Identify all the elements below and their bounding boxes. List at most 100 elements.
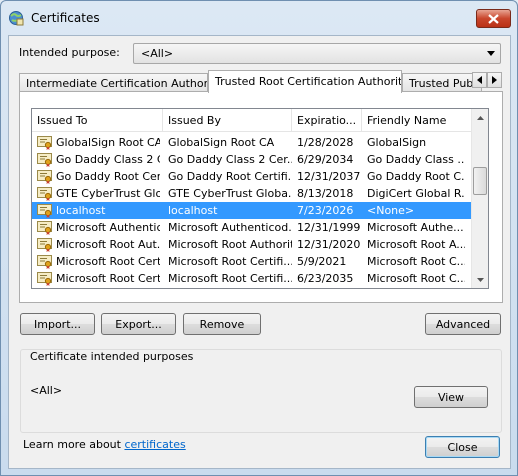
window-title: Certificates <box>31 11 100 25</box>
cell-friendly-name: GlobalSign <box>367 136 427 149</box>
cell-issued-to: Go Daddy Root Cer... <box>56 170 160 183</box>
scroll-up-button[interactable] <box>472 109 488 126</box>
table-row[interactable]: Microsoft Root Aut... Microsoft Root Auth… <box>32 236 472 253</box>
certificate-icon <box>37 204 52 218</box>
certificate-app-icon <box>9 11 24 26</box>
advanced-button[interactable]: Advanced <box>425 313 501 335</box>
cell-issued-to: Microsoft Authentic... <box>56 221 160 234</box>
scroll-thumb[interactable] <box>473 167 487 195</box>
table-row[interactable]: localhost localhost 7/23/2026 <None> <box>32 202 472 219</box>
close-button[interactable]: Close <box>425 436 500 458</box>
cell-expiration: 8/13/2018 <box>297 187 354 200</box>
cell-expiration: 6/23/2035 <box>297 272 354 285</box>
list-header: Issued To Issued By Expiratio... Friendl… <box>32 109 472 132</box>
tab-scroll-left-button[interactable] <box>472 72 487 88</box>
certificate-icon <box>37 170 52 184</box>
cell-expiration: 7/23/2026 <box>297 204 354 217</box>
cell-friendly-name: DigiCert Global R... <box>367 187 465 200</box>
chevron-down-icon <box>476 277 484 282</box>
cell-expiration: 5/9/2021 <box>297 255 347 268</box>
cell-friendly-name: Microsoft Root A... <box>367 238 465 251</box>
certificate-icon <box>37 255 52 269</box>
cell-issued-to: GlobalSign Root CA <box>56 136 160 149</box>
tab-panel: Issued To Issued By Expiratio... Friendl… <box>19 91 503 303</box>
cell-issued-to: Microsoft Root Aut... <box>56 238 160 251</box>
table-row[interactable]: Go Daddy Root Cer... Go Daddy Root Certif… <box>32 168 472 185</box>
certificates-window: Certificates Intended purpose: <All> Int… <box>0 0 518 476</box>
certificate-icon <box>37 153 52 167</box>
certificate-icon <box>37 136 52 150</box>
cell-issued-to: Microsoft Root Cert... <box>56 255 160 268</box>
table-row[interactable]: GTE CyberTrust Glo... GTE CyberTrust Glob… <box>32 185 472 202</box>
tab-trusted-root-ca[interactable]: Trusted Root Certification Authorities <box>208 70 402 93</box>
certificates-link[interactable]: certificates <box>124 438 185 451</box>
column-header-issued-by[interactable]: Issued By <box>163 109 292 132</box>
cell-issued-by: Microsoft Root Certifi... <box>168 255 292 268</box>
table-row[interactable]: GlobalSign Root CA GlobalSign Root CA 1/28… <box>32 134 472 151</box>
cell-friendly-name: Go Daddy Root C... <box>367 170 465 183</box>
purposes-value: <All> <box>30 384 63 397</box>
cell-issued-to: Microsoft Root Cert... <box>56 272 160 285</box>
tab-scroll-right-button[interactable] <box>487 72 502 88</box>
certificate-icon <box>37 272 52 286</box>
column-header-friendly-name[interactable]: Friendly Name <box>362 109 472 132</box>
window-close-button[interactable] <box>476 9 511 28</box>
cell-expiration: 12/31/2037 <box>297 170 361 183</box>
certificate-icon <box>37 187 52 201</box>
tab-label: Intermediate Certification Authorities <box>26 77 208 90</box>
chevron-up-icon <box>476 115 484 120</box>
cell-issued-by: Go Daddy Class 2 Cer... <box>168 153 292 166</box>
certificate-icon <box>37 221 52 235</box>
table-row[interactable]: Microsoft Root Cert... Microsoft Root Cer… <box>32 253 472 270</box>
learn-more-text: Learn more about certificates <box>23 438 186 451</box>
table-row[interactable]: Go Daddy Class 2 C... Go Daddy Class 2 Ce… <box>32 151 472 168</box>
view-button[interactable]: View <box>414 386 488 408</box>
intended-purpose-label: Intended purpose: <box>19 46 120 59</box>
intended-purpose-value: <All> <box>141 47 174 60</box>
list-vertical-scrollbar[interactable] <box>471 109 488 288</box>
cell-issued-by: Microsoft Root Certifi... <box>168 272 292 285</box>
table-row[interactable]: Microsoft Root Cert... Microsoft Root Cer… <box>32 270 472 287</box>
certificate-purposes-group: Certificate intended purposes <All> View <box>20 349 502 433</box>
chevron-left-icon <box>477 76 482 84</box>
column-header-issued-to[interactable]: Issued To <box>32 109 163 132</box>
cell-issued-to: GTE CyberTrust Glo... <box>56 187 160 200</box>
cell-expiration: 12/31/2020 <box>297 238 361 251</box>
scroll-down-button[interactable] <box>472 271 488 288</box>
cell-issued-by: GlobalSign Root CA <box>168 136 275 149</box>
remove-button[interactable]: Remove <box>183 313 261 335</box>
tab-label: Trusted Root Certification Authorities <box>215 75 402 88</box>
cell-issued-to: localhost <box>56 204 106 217</box>
cell-friendly-name: Microsoft Authe... <box>367 221 464 234</box>
cell-friendly-name: Microsoft Root C... <box>367 272 465 285</box>
cell-issued-by: Microsoft Authenticod... <box>168 221 292 234</box>
chevron-right-icon <box>492 76 497 84</box>
cell-expiration: 6/29/2034 <box>297 153 354 166</box>
cell-issued-by: localhost <box>168 204 218 217</box>
export-button[interactable]: Export... <box>101 313 176 335</box>
title-bar: Certificates <box>1 1 517 35</box>
cell-friendly-name: <None> <box>367 204 415 217</box>
cell-issued-by: Microsoft Root Authority <box>168 238 292 251</box>
tab-trusted-publishers[interactable]: Trusted Publishers <box>402 73 482 92</box>
cell-expiration: 12/31/1999 <box>297 221 361 234</box>
tab-strip: Intermediate Certification Authorities T… <box>19 70 503 93</box>
close-icon <box>488 13 499 24</box>
cell-friendly-name: Microsoft Root C... <box>367 255 465 268</box>
cell-issued-by: GTE CyberTrust Globa... <box>168 187 292 200</box>
tab-intermediate-ca[interactable]: Intermediate Certification Authorities <box>19 73 208 92</box>
cell-expiration: 1/28/2028 <box>297 136 354 149</box>
group-title: Certificate intended purposes <box>30 350 194 363</box>
cell-friendly-name: Go Daddy Class ... <box>367 153 465 166</box>
intended-purpose-select[interactable]: <All> <box>133 43 501 64</box>
cell-issued-by: Go Daddy Root Certifi... <box>168 170 292 183</box>
list-rows: GlobalSign Root CA GlobalSign Root CA 1/28… <box>32 134 472 287</box>
certificate-icon <box>37 238 52 252</box>
cell-issued-to: Go Daddy Class 2 C... <box>56 153 160 166</box>
import-button[interactable]: Import... <box>20 313 95 335</box>
table-row[interactable]: Microsoft Authentic... Microsoft Authenti… <box>32 219 472 236</box>
certificate-list[interactable]: Issued To Issued By Expiratio... Friendl… <box>31 108 489 289</box>
dialog-body: Intended purpose: <All> Intermediate Cer… <box>8 35 511 469</box>
chevron-down-icon <box>487 51 495 56</box>
column-header-expiration[interactable]: Expiratio... <box>292 109 362 132</box>
